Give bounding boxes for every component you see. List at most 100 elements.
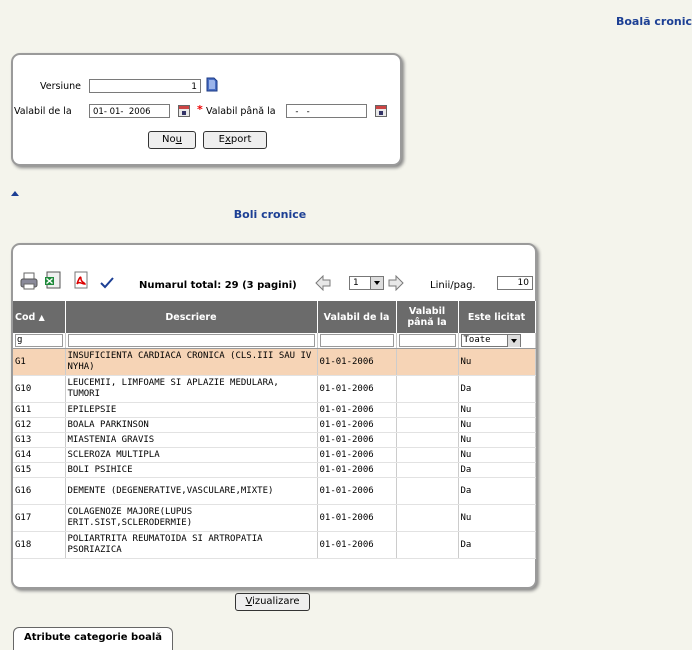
cell-valabil-pana-la: [396, 531, 459, 559]
header-descriere[interactable]: Descriere: [65, 301, 318, 333]
table-row[interactable]: G13 MIASTENIA GRAVIS 01-01-2006 Nu: [13, 432, 536, 448]
cell-descriere: BOLI PSIHICE: [65, 462, 318, 478]
calendar-icon[interactable]: [375, 105, 387, 117]
cell-valabil-pana-la: [396, 462, 459, 478]
collapse-arrow-icon[interactable]: [11, 191, 19, 196]
valid-to-label: Valabil până la: [206, 106, 276, 117]
descriere-filter-input[interactable]: [67, 334, 315, 347]
chevron-down-icon[interactable]: [370, 277, 383, 289]
cell-descriere: BOALA PARKINSON: [65, 417, 318, 433]
total-count: Numarul total: 29 (3 pagini): [139, 280, 297, 291]
valabil-pana-la-filter-input[interactable]: [398, 334, 456, 347]
valid-to-input[interactable]: - -: [286, 104, 367, 118]
table-row[interactable]: G10 LEUCEMII, LIMFOAME SI APLAZIE MEDULAR…: [13, 375, 536, 403]
cell-cod: G18: [13, 531, 66, 559]
cell-valabil-pana-la: [396, 348, 459, 376]
cell-valabil-de-la: 01-01-2006: [317, 477, 397, 505]
prev-page-arrow-icon[interactable]: [315, 275, 331, 291]
calendar-icon[interactable]: [178, 105, 190, 117]
cell-descriere: POLIARTRITA REUMATOIDA SI ARTROPATIA PSO…: [65, 531, 318, 559]
lines-per-page-input[interactable]: 10: [497, 276, 533, 290]
valid-from-label: Valabil de la: [14, 106, 72, 117]
table-row[interactable]: G16 DEMENTE (DEGENERATIVE,VASCULARE,MIXTE…: [13, 477, 536, 505]
cell-cod: G12: [13, 417, 66, 433]
table-row[interactable]: G17 COLAGENOZE MAJORE(LUPUS ERIT.SIST,SCL…: [13, 504, 536, 532]
page-title: Boală cronic: [615, 15, 692, 28]
diseases-table: Cod ▲ Descriere Valabil de la Valabil pâ…: [13, 301, 536, 559]
cell-licitat: Nu: [458, 417, 536, 433]
pdf-icon[interactable]: [72, 270, 90, 290]
cell-valabil-de-la: 01-01-2006: [317, 504, 397, 532]
cell-licitat: Da: [458, 477, 536, 505]
header-cod[interactable]: Cod ▲: [13, 301, 66, 333]
cell-cod: G14: [13, 447, 66, 463]
header-este-licitat[interactable]: Este licitat: [458, 301, 536, 333]
next-page-arrow-icon[interactable]: [388, 275, 404, 291]
cell-cod: G17: [13, 504, 66, 532]
cell-cod: G10: [13, 375, 66, 403]
table-row[interactable]: G15 BOLI PSIHICE 01-01-2006 Da: [13, 462, 536, 478]
cell-valabil-de-la: 01-01-2006: [317, 402, 397, 418]
cell-descriere: DEMENTE (DEGENERATIVE,VASCULARE,MIXTE): [65, 477, 318, 505]
cell-valabil-pana-la: [396, 417, 459, 433]
cell-valabil-de-la: 01-01-2006: [317, 531, 397, 559]
book-icon[interactable]: [205, 77, 219, 92]
valabil-de-la-filter-input[interactable]: [319, 334, 394, 347]
header-valabil-de-la[interactable]: Valabil de la: [317, 301, 397, 333]
cell-valabil-pana-la: [396, 504, 459, 532]
grid-panel: Numarul total: 29 (3 pagini) 1 Linii/pag…: [11, 243, 537, 589]
cell-valabil-pana-la: [396, 477, 459, 505]
valid-from-input[interactable]: 01- 01- 2006: [89, 104, 170, 118]
lines-per-page-label: Linii/pag.: [430, 280, 476, 291]
licitat-filter-select[interactable]: Toate: [460, 334, 521, 347]
print-icon[interactable]: [19, 271, 39, 291]
excel-icon[interactable]: [43, 270, 63, 290]
cell-cod: G13: [13, 432, 66, 448]
version-label: Versiune: [40, 81, 81, 92]
cell-valabil-pana-la: [396, 447, 459, 463]
version-input[interactable]: 1: [89, 79, 201, 93]
cell-cod: G16: [13, 477, 66, 505]
cod-filter-input[interactable]: g: [15, 334, 63, 347]
cell-licitat: Nu: [458, 432, 536, 448]
cell-descriere: SCLEROZA MULTIPLA: [65, 447, 318, 463]
cell-licitat: Nu: [458, 504, 536, 532]
cell-licitat: Nu: [458, 402, 536, 418]
cell-licitat: Nu: [458, 447, 536, 463]
table-row[interactable]: G18 POLIARTRITA REUMATOIDA SI ARTROPATIA …: [13, 531, 536, 559]
table-row[interactable]: G12 BOALA PARKINSON 01-01-2006 Nu: [13, 417, 536, 433]
cell-descriere: MIASTENIA GRAVIS: [65, 432, 318, 448]
required-asterisk: *: [197, 103, 203, 116]
table-row[interactable]: G14 SCLEROZA MULTIPLA 01-01-2006 Nu: [13, 447, 536, 463]
cell-licitat: Da: [458, 462, 536, 478]
cell-licitat: Nu: [458, 348, 536, 376]
checkmark-icon[interactable]: [100, 277, 114, 289]
cell-valabil-pana-la: [396, 402, 459, 418]
cell-descriere: LEUCEMII, LIMFOAME SI APLAZIE MEDULARA, …: [65, 375, 318, 403]
chevron-down-icon[interactable]: [506, 335, 520, 347]
table-header-row: Cod ▲ Descriere Valabil de la Valabil pâ…: [13, 301, 536, 333]
cell-valabil-de-la: 01-01-2006: [317, 432, 397, 448]
section-title: Boli cronice: [233, 208, 307, 221]
view-button[interactable]: Vizualizare: [235, 593, 310, 611]
cell-cod: G1: [13, 348, 66, 376]
table-row[interactable]: G11 EPILEPSIE 01-01-2006 Nu: [13, 402, 536, 418]
filter-row: g Toate: [13, 333, 536, 349]
page-select[interactable]: 1: [349, 276, 384, 290]
cell-valabil-de-la: 01-01-2006: [317, 447, 397, 463]
table-row[interactable]: G1 INSUFICIENTA CARDIACA CRONICA (CLS.III…: [13, 348, 536, 376]
header-valabil-pana-la[interactable]: Valabil până la: [396, 301, 459, 333]
cell-licitat: Da: [458, 531, 536, 559]
cell-valabil-de-la: 01-01-2006: [317, 417, 397, 433]
cell-valabil-de-la: 01-01-2006: [317, 462, 397, 478]
cell-valabil-de-la: 01-01-2006: [317, 348, 397, 376]
cell-valabil-de-la: 01-01-2006: [317, 375, 397, 403]
cell-cod: G11: [13, 402, 66, 418]
cell-descriere: EPILEPSIE: [65, 402, 318, 418]
sort-up-icon[interactable]: ▲: [39, 313, 45, 322]
cell-valabil-pana-la: [396, 375, 459, 403]
new-button[interactable]: Nou: [148, 131, 196, 149]
export-button[interactable]: Export: [203, 131, 267, 149]
cell-valabil-pana-la: [396, 432, 459, 448]
cell-licitat: Da: [458, 375, 536, 403]
